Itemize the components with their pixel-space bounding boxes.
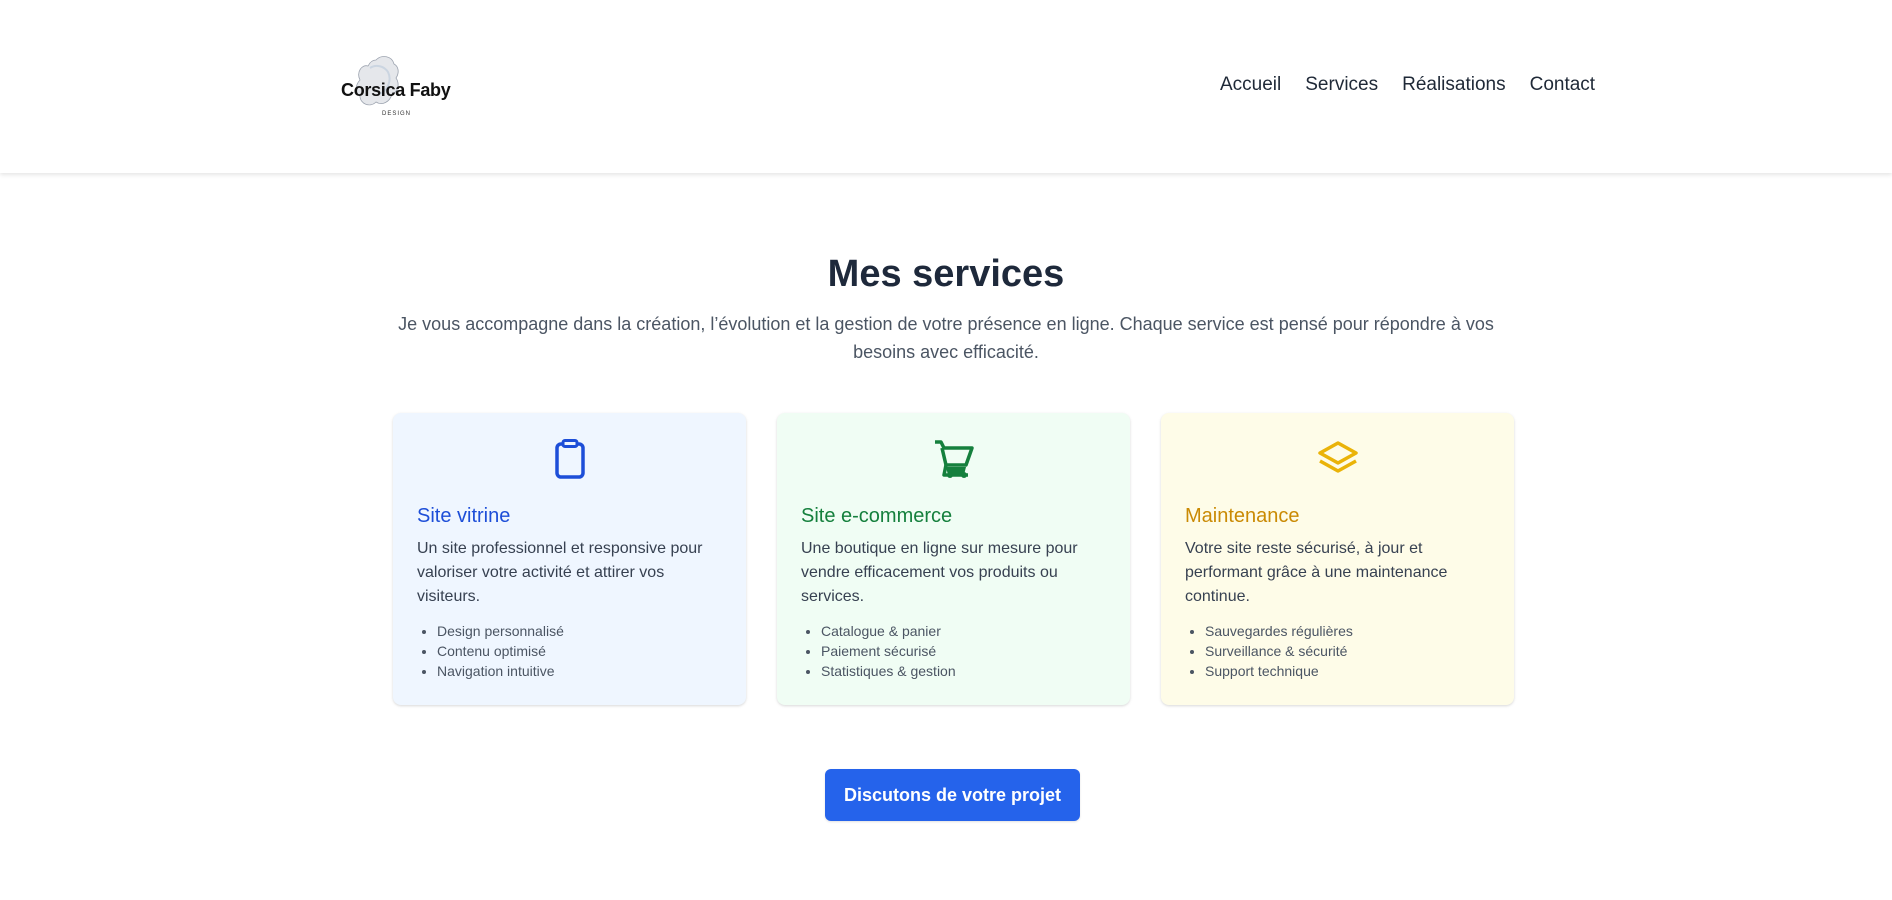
card-icon-wrap bbox=[777, 437, 1130, 481]
card-icon-wrap bbox=[393, 437, 746, 481]
site-header: Corsica Faby DESIGN Accueil Services Réa… bbox=[0, 0, 1892, 173]
feature-item: Catalogue & panier bbox=[821, 621, 956, 641]
card-description: Un site professionnel et responsive pour… bbox=[417, 540, 703, 605]
layers-icon bbox=[1317, 441, 1358, 473]
card-title: Site vitrine bbox=[417, 505, 511, 527]
service-card-site-vitrine: Site vitrine Un site professionnel et re… bbox=[393, 413, 746, 705]
card-description: Une boutique en ligne sur mesure pour ve… bbox=[801, 540, 1078, 605]
feature-item: Surveillance & sécurité bbox=[1205, 641, 1353, 661]
feature-item: Support technique bbox=[1205, 661, 1353, 681]
card-title: Maintenance bbox=[1185, 505, 1300, 527]
contact-cta-button[interactable]: Discutons de votre projet bbox=[825, 769, 1080, 821]
section-intro: Je vous accompagne dans la création, l’é… bbox=[398, 314, 1494, 362]
card-feature-list: Catalogue & panier Paiement sécurisé Sta… bbox=[821, 621, 956, 681]
feature-item: Navigation intuitive bbox=[437, 661, 564, 681]
card-feature-list: Design personnalisé Contenu optimisé Nav… bbox=[437, 621, 564, 681]
feature-item: Statistiques & gestion bbox=[821, 661, 956, 681]
card-icon-wrap bbox=[1161, 437, 1514, 481]
nav-link-services[interactable]: Services bbox=[1305, 74, 1378, 96]
feature-item: Sauvegardes régulières bbox=[1205, 621, 1353, 641]
main-nav: Accueil Services Réalisations Contact bbox=[1220, 74, 1595, 96]
brand-logo[interactable]: Corsica Faby DESIGN bbox=[338, 54, 451, 120]
service-card-site-ecommerce: Site e-commerce Une boutique en ligne su… bbox=[777, 413, 1130, 705]
brand-tagline: DESIGN bbox=[382, 111, 412, 117]
service-card-maintenance: Maintenance Votre site reste sécurisé, à… bbox=[1161, 413, 1514, 705]
services-section: Mes services Je vous accompagne dans la … bbox=[0, 173, 1892, 900]
clipboard-icon bbox=[554, 439, 585, 479]
card-description: Votre site reste sécurisé, à jour et per… bbox=[1185, 540, 1448, 605]
feature-item: Paiement sécurisé bbox=[821, 641, 956, 661]
nav-link-accueil[interactable]: Accueil bbox=[1220, 74, 1281, 96]
feature-item: Contenu optimisé bbox=[437, 641, 564, 661]
feature-item: Design personnalisé bbox=[437, 621, 564, 641]
section-title: Mes services bbox=[827, 253, 1065, 295]
nav-link-realisations[interactable]: Réalisations bbox=[1402, 74, 1506, 96]
shopping-cart-icon bbox=[934, 440, 974, 478]
nav-link-contact[interactable]: Contact bbox=[1530, 74, 1595, 96]
card-title: Site e-commerce bbox=[801, 505, 953, 527]
card-feature-list: Sauvegardes régulières Surveillance & sé… bbox=[1205, 621, 1353, 681]
brand-name: Corsica Faby bbox=[341, 80, 451, 100]
